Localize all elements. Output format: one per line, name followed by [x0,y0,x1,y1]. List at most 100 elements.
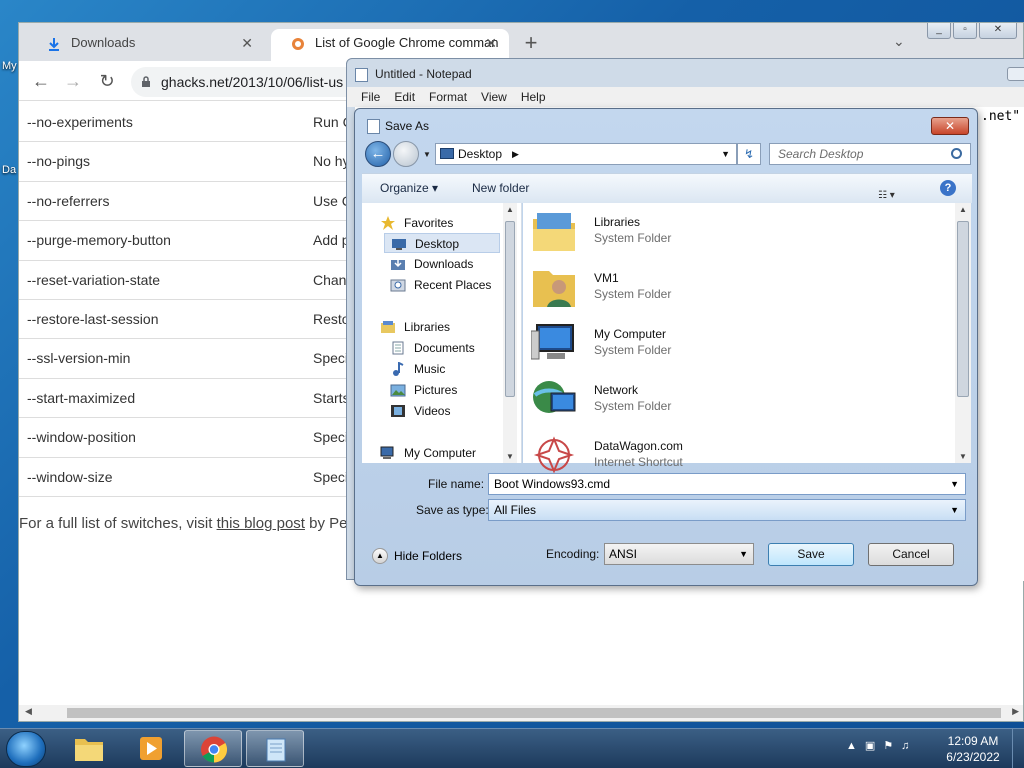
computer-icon [380,446,394,459]
hide-folders-button[interactable]: ▲ Hide Folders [372,545,462,567]
minimize-button[interactable] [1007,67,1024,81]
minimize-button[interactable]: _ [927,23,951,39]
maximize-button[interactable]: ▫ [953,23,977,39]
nav-libraries[interactable]: Libraries [374,317,450,337]
blog-post-link[interactable]: this blog post [217,515,305,532]
nav-desktop[interactable]: Desktop [384,233,500,253]
breadcrumb-arrow-icon[interactable]: ▶ [512,144,519,164]
encoding-label: Encoding: [546,547,600,561]
network-status-icon[interactable]: ▣ [865,740,883,752]
taskbar: ▲▣⚑♫ 12:09 AM 6/23/2022 [0,728,1024,768]
switch-name: --window-position [27,429,136,446]
new-folder-button[interactable]: New folder [472,174,529,202]
file-name-input[interactable]: Boot Windows93.cmd ▼ [488,473,966,495]
nav-recent-places[interactable]: Recent Places [384,275,491,295]
nav-videos[interactable]: Videos [384,401,450,421]
search-input[interactable]: Search Desktop [769,143,971,165]
nav-pictures[interactable]: Pictures [384,380,457,400]
volume-icon[interactable]: ♫ [901,740,917,752]
scroll-right-icon[interactable]: ▶ [1012,706,1019,717]
scroll-down-icon[interactable]: ▼ [506,452,514,461]
download-icon [49,38,59,51]
file-list-scrollbar[interactable]: ▲ ▼ [955,203,971,463]
nav-music[interactable]: Music [384,359,445,379]
close-button[interactable]: ✕ [979,23,1017,39]
switch-description: Chan [313,271,347,288]
switch-description: Resto [313,310,350,327]
start-button[interactable] [6,731,46,767]
close-tab-icon[interactable]: ✕ [485,29,497,57]
scroll-down-icon[interactable]: ▼ [959,452,967,461]
menu-help[interactable]: Help [521,87,546,107]
dialog-title: Save As [385,119,430,133]
scroll-up-icon[interactable]: ▲ [959,205,967,214]
change-view-icon[interactable]: ☷ ▾ [878,182,900,201]
taskbar-notepad[interactable] [246,730,304,767]
taskbar-chrome[interactable] [184,730,242,767]
save-as-type-dropdown-icon[interactable]: ▼ [950,500,959,520]
desktop-icon-label[interactable]: My [2,60,17,72]
save-as-type-label: Save as type: [416,503,489,517]
tab-ghacks[interactable]: List of Google Chrome comman ✕ [271,29,509,61]
refresh-button[interactable]: ↯ [737,143,761,165]
notepad-content: .net" [981,109,1021,124]
show-desktop-button[interactable] [1012,729,1024,768]
nav-pane-scrollbar[interactable]: ▲ ▼ [503,203,517,463]
item-type: System Folder [594,287,672,301]
tab-search-chevron-icon[interactable]: ⌄ [893,33,905,50]
scroll-up-icon[interactable]: ▲ [506,205,514,214]
chevron-up-icon: ▲ [372,548,388,564]
footer-text: For a full list of switches, visit this … [19,515,347,532]
show-hidden-icons-icon[interactable]: ▲ [846,740,865,752]
close-tab-icon[interactable]: ✕ [241,29,253,57]
new-tab-button[interactable]: + [519,29,543,57]
cancel-button[interactable]: Cancel [868,543,954,566]
menu-file[interactable]: File [361,87,380,107]
switch-name: --purge-memory-button [27,232,171,249]
switch-name: --no-experiments [27,114,133,130]
clock[interactable]: 12:09 AM 6/23/2022 [940,733,1006,765]
reload-button[interactable]: ↻ [95,67,119,95]
nav-favorites[interactable]: Favorites [374,213,453,233]
help-icon[interactable]: ? [940,180,956,196]
search-placeholder: Search Desktop [778,147,864,161]
save-options: File name: Boot Windows93.cmd ▼ Save as … [362,465,972,579]
menu-view[interactable]: View [481,87,507,107]
encoding-dropdown-icon[interactable]: ▼ [739,544,748,564]
notepad-icon [266,738,286,762]
dialog-close-button[interactable]: ✕ [931,117,969,135]
desktop-icon-label[interactable]: Da [2,164,16,176]
forward-button[interactable] [393,141,419,167]
scroll-left-icon[interactable]: ◀ [25,706,32,717]
switch-description: No hy [313,153,350,170]
horizontal-scrollbar[interactable]: ◀ ▶ [19,705,1023,721]
scrollbar-thumb[interactable] [67,708,1001,718]
menu-format[interactable]: Format [429,87,467,107]
menu-edit[interactable]: Edit [394,87,415,107]
save-as-type-select[interactable]: All Files ▼ [488,499,966,521]
nav-my-computer[interactable]: My Computer [374,443,476,463]
scrollbar-thumb[interactable] [505,221,515,397]
action-center-icon[interactable]: ⚑ [883,740,901,752]
address-dropdown-icon[interactable]: ▼ [721,144,730,164]
recent-locations-chevron-icon[interactable]: ▼ [423,150,431,159]
back-button[interactable]: ← [29,67,53,95]
organize-button[interactable]: Organize ▾ [380,174,438,202]
file-name-dropdown-icon[interactable]: ▼ [950,474,959,494]
taskbar-explorer[interactable] [60,730,118,767]
navigation-pane: Favorites Desktop Downloads Recent Place… [362,203,522,463]
nav-downloads[interactable]: Downloads [384,254,473,274]
address-bar[interactable]: Desktop ▶ ▼ [435,143,737,165]
dialog-icon [367,119,380,134]
save-button[interactable]: Save [768,543,854,566]
forward-button[interactable]: → [61,67,85,95]
taskbar-media-player[interactable] [122,730,180,767]
downloads-folder-icon [391,258,405,270]
computer-icon [531,324,574,360]
tab-downloads[interactable]: Downloads ✕ [27,29,265,61]
switch-description: Starts [313,389,350,406]
back-button[interactable]: ← [365,141,391,167]
encoding-select[interactable]: ANSI ▼ [604,543,754,565]
scrollbar-thumb[interactable] [957,221,969,397]
nav-documents[interactable]: Documents [384,338,475,358]
